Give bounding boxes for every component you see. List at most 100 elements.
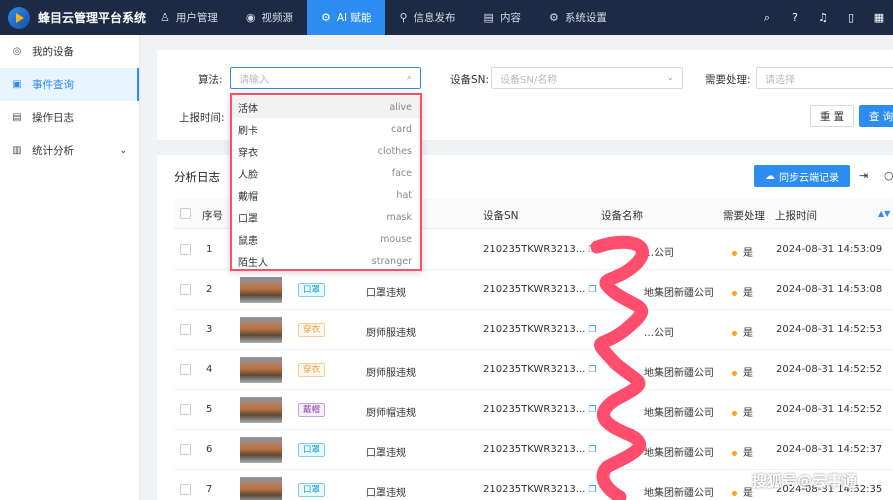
- table-row[interactable]: 5 戴帽 厨师帽违规 210235TKWR3213... ❐ 地集团新疆公司是 2024-0…: [174, 390, 893, 430]
- event-snapshot-image[interactable]: [240, 477, 282, 500]
- dropdown-option[interactable]: 陌生人 stranger: [232, 250, 420, 272]
- event-snapshot-image[interactable]: [240, 437, 282, 463]
- event-snapshot-image[interactable]: [240, 397, 282, 423]
- row-checkbox[interactable]: [180, 324, 191, 335]
- nav-tab-label: 内容: [499, 12, 521, 24]
- device-sn-cell: 210235TKWR3213... ❐: [483, 444, 596, 455]
- row-checkbox[interactable]: [180, 444, 191, 455]
- option-en-label: alive: [389, 101, 412, 113]
- nav-tab-2[interactable]: ⚙ AI 赋能: [306, 0, 386, 35]
- event-name: 厨师服违规: [366, 368, 416, 379]
- algorithm-tag: 口罩: [298, 483, 326, 497]
- device-sn-cell: 210235TKWR3213... ❐: [483, 364, 596, 375]
- search-icon[interactable]: ⌕: [753, 11, 781, 25]
- option-cn-label: 戴帽: [238, 191, 258, 203]
- table-row[interactable]: 2 口罩 口罩违规 210235TKWR3213... ❐ 地集团新疆公司是 2024-08…: [174, 270, 893, 310]
- dropdown-option[interactable]: 活体 alive: [232, 96, 420, 118]
- need-handle-cell: 是: [732, 484, 753, 499]
- search-icon: ⌕: [406, 73, 412, 83]
- row-checkbox[interactable]: [180, 404, 191, 415]
- sort-icon[interactable]: ▲▼: [878, 209, 890, 218]
- nav-tab-0[interactable]: ♙ 用户管理: [146, 0, 232, 35]
- need-handle-cell: 是: [732, 324, 753, 339]
- dropdown-option[interactable]: 口罩 mask: [232, 206, 420, 228]
- nav-tab-3[interactable]: ⚲ 信息发布: [385, 0, 469, 35]
- refresh-icon[interactable]: ○: [884, 169, 893, 182]
- table-row[interactable]: 6 口罩 口罩违规 210235TKWR3213... ❐ 地集团新疆公司是 2024-08…: [174, 430, 893, 470]
- row-checkbox[interactable]: [180, 284, 191, 295]
- query-button[interactable]: 查 询: [859, 105, 893, 127]
- device-sn-text: 210235TKWR3213...: [483, 284, 586, 295]
- nav-tab-4[interactable]: ▤ 内容: [470, 0, 535, 35]
- dropdown-option[interactable]: 人脸 face: [232, 162, 420, 184]
- sidebar-item-2[interactable]: ▤ 操作日志: [0, 101, 139, 134]
- menu-icon[interactable]: ▦: [865, 11, 893, 24]
- dropdown-option[interactable]: 穿衣 clothes: [232, 140, 420, 162]
- sidebar-item-1[interactable]: ▣ 事件查询: [0, 68, 139, 101]
- event-snapshot-image[interactable]: [240, 357, 282, 383]
- row-index: 3: [206, 324, 213, 335]
- status-dot: [732, 410, 737, 416]
- device-sn-placeholder: 设备SN/名称: [500, 74, 558, 86]
- event-snapshot-image[interactable]: [240, 277, 282, 303]
- report-time: 2024-08-31 14:53:08: [776, 284, 883, 295]
- nav-tab-1[interactable]: ◉ 视频源: [232, 0, 307, 35]
- row-checkbox[interactable]: [180, 484, 191, 495]
- event-snapshot-image[interactable]: [240, 317, 282, 343]
- dropdown-option[interactable]: 刷卡 card: [232, 118, 420, 140]
- table-row[interactable]: 3 穿衣 厨师服违规 210235TKWR3213... ❐ …公司是 2024-08-31…: [174, 310, 893, 350]
- device-sn-select[interactable]: 设备SN/名称 ⌄: [491, 67, 683, 89]
- table-row[interactable]: 4 穿衣 厨师服违规 210235TKWR3213... ❐ 地集团新疆公司是 2024-0…: [174, 350, 893, 390]
- algorithm-input[interactable]: 请输入 ⌕: [230, 67, 421, 89]
- log-icon: ▤: [12, 112, 22, 123]
- need-handle-value: 是: [743, 448, 753, 459]
- doc-icon[interactable]: ▯: [837, 11, 865, 24]
- select-all-checkbox[interactable]: [180, 208, 191, 219]
- algorithm-dropdown: 活体 alive 刷卡 card 穿衣 clothes 人脸 face 戴帽 hat 口罩 mask 鼠…: [230, 93, 422, 271]
- report-time: 2024-08-31 14:52:52: [776, 364, 883, 375]
- top-nav: ♙ 用户管理 ◉ 视频源 ⚙ AI 赋能 ⚲ 信息发布 ▤ 内容 ⚙ 系统设置: [146, 0, 621, 35]
- option-en-label: card: [391, 123, 412, 135]
- app-logo-area[interactable]: 蜂目云管理平台系统: [0, 6, 146, 29]
- row-checkbox[interactable]: [180, 244, 191, 255]
- need-handle-value: 是: [743, 368, 753, 379]
- option-cn-label: 刷卡: [238, 125, 258, 137]
- event-name: 口罩违规: [366, 448, 406, 459]
- sidebar-item-label: 统计分析: [32, 145, 74, 157]
- header-device-sn: 设备SN: [483, 210, 519, 222]
- need-handle-cell: 是: [732, 364, 753, 379]
- export-icon[interactable]: ⇥: [859, 169, 868, 182]
- option-cn-label: 活体: [238, 103, 258, 115]
- row-index: 6: [206, 444, 213, 455]
- sidebar-item-0[interactable]: ◎ 我的设备: [0, 35, 139, 68]
- algorithm-tag: 穿衣: [298, 323, 326, 337]
- algorithm-tag: 口罩: [298, 443, 326, 457]
- header-need-handle: 需要处理: [723, 210, 765, 222]
- dropdown-option[interactable]: 鼠患 mouse: [232, 228, 420, 250]
- help-icon[interactable]: ?: [781, 11, 809, 24]
- need-handle-select[interactable]: 请选择: [756, 67, 893, 89]
- report-time: 2024-08-31 14:52:53: [776, 324, 883, 335]
- dropdown-option[interactable]: 戴帽 hat: [232, 184, 420, 206]
- redaction-scribble: [590, 235, 649, 500]
- nav-tab-label: 视频源: [261, 12, 293, 24]
- sidebar-item-label: 我的设备: [32, 46, 74, 58]
- row-checkbox[interactable]: [180, 364, 191, 375]
- chevron-down-icon: ⌄: [666, 73, 674, 83]
- sync-cloud-button[interactable]: ☁ 同步云端记录: [754, 165, 850, 187]
- reset-button[interactable]: 重 置: [810, 105, 854, 127]
- watermark: 搜狐号@云事通: [752, 472, 858, 490]
- device-sn-cell: 210235TKWR3213... ❐: [483, 404, 596, 415]
- nav-tab-label: 信息发布: [413, 12, 456, 24]
- bell-icon[interactable]: ♫: [809, 11, 837, 24]
- sidebar-item-3[interactable]: ▥ 统计分析 ⌄: [0, 134, 139, 167]
- app-title: 蜂目云管理平台系统: [37, 11, 146, 25]
- device-sn-label: 设备SN:: [450, 74, 490, 86]
- camera-icon: ◎: [12, 46, 22, 57]
- nav-tab-5[interactable]: ⚙ 系统设置: [535, 0, 621, 35]
- nav-tab-label: 系统设置: [564, 12, 607, 24]
- option-en-label: mask: [386, 211, 412, 223]
- need-handle-cell: 是: [732, 404, 753, 419]
- event-name: 厨师服违规: [366, 328, 416, 339]
- chevron-down-icon: ⌄: [119, 145, 127, 156]
